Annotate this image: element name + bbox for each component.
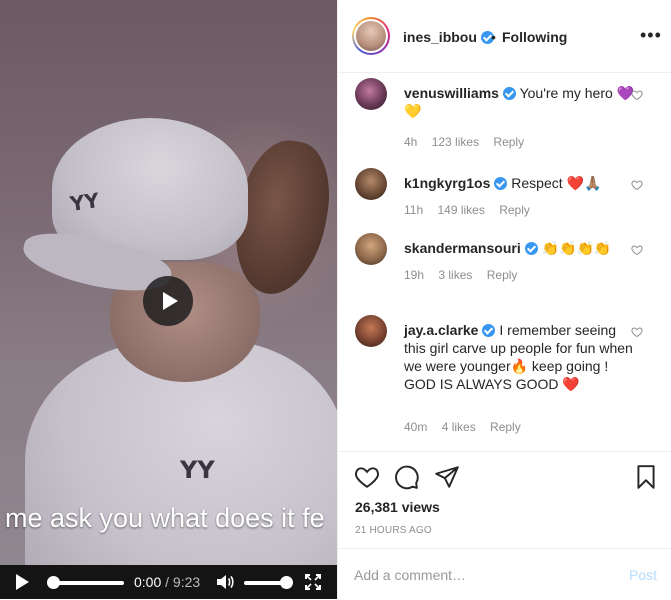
post-author-username[interactable]: ines_ibbou xyxy=(403,29,477,45)
video-controls-bar: 0:00 / 9:23 xyxy=(0,565,337,599)
following-button[interactable]: Following xyxy=(502,29,567,45)
commenter-username[interactable]: skandermansouri xyxy=(404,240,521,256)
post-sidebar: ines_ibbou • Following ••• venuswilliams… xyxy=(337,0,671,599)
avatar-image xyxy=(356,21,386,51)
video-subtitle: me ask you what does it fe xyxy=(5,503,325,533)
commenter-username[interactable]: k1ngkyrg1os xyxy=(404,175,490,191)
video-player[interactable]: YY YY me ask you what does it fe 0:00 / … xyxy=(0,0,337,599)
current-time: 0:00 xyxy=(134,574,162,590)
header-dot-separator: • xyxy=(491,29,496,45)
reply-button[interactable]: Reply xyxy=(493,135,524,149)
comment-likes[interactable]: 4 likes xyxy=(442,420,476,434)
comment-like-heart-icon[interactable] xyxy=(631,179,643,191)
comment-age: 40m xyxy=(404,420,428,434)
commenter-username[interactable]: jay.a.clarke xyxy=(404,322,478,338)
verified-badge-icon xyxy=(502,87,516,100)
post-comment-button[interactable]: Post xyxy=(629,567,657,583)
commenter-username[interactable]: venuswilliams xyxy=(404,85,499,101)
jacket-logo: YY xyxy=(180,456,215,484)
comment-age: 4h xyxy=(404,135,418,149)
progress-handle[interactable] xyxy=(47,576,60,589)
comment-text: 👏👏👏👏 xyxy=(541,240,612,256)
view-count[interactable]: 26,381 views xyxy=(355,499,440,515)
verified-badge-icon xyxy=(524,242,538,255)
comment-age: 19h xyxy=(404,268,425,282)
post-author[interactable]: ines_ibbou xyxy=(403,29,494,45)
comment-meta: 40m 4 likes Reply xyxy=(404,420,532,434)
more-options-icon[interactable]: ••• xyxy=(640,25,662,46)
commenter-avatar[interactable] xyxy=(355,233,387,265)
play-overlay-button[interactable] xyxy=(143,276,193,326)
comment-meta: 19h 3 likes Reply xyxy=(404,268,528,282)
comment-meta: 4h 123 likes Reply xyxy=(404,135,535,149)
comment-age: 11h xyxy=(404,203,424,217)
commenter-avatar[interactable] xyxy=(355,78,387,110)
comment-like-heart-icon[interactable] xyxy=(631,244,643,256)
avatar[interactable] xyxy=(352,17,390,55)
comment-likes[interactable]: 123 likes xyxy=(432,135,479,149)
post-timestamp[interactable]: 21 HOURS AGO xyxy=(355,525,432,536)
comment-like-heart-icon[interactable] xyxy=(631,89,643,101)
volume-handle[interactable] xyxy=(280,576,293,589)
reply-button[interactable]: Reply xyxy=(490,420,521,434)
commenter-avatar[interactable] xyxy=(355,315,387,347)
comment-like-heart-icon[interactable] xyxy=(631,326,643,338)
add-comment-bar: Post xyxy=(338,548,671,600)
bookmark-icon[interactable] xyxy=(633,464,659,490)
post-header: ines_ibbou • Following ••• xyxy=(338,0,671,73)
comment-bubble-icon[interactable] xyxy=(394,464,420,490)
fullscreen-icon[interactable] xyxy=(305,574,321,590)
post-actions: 26,381 views 21 HOURS AGO xyxy=(338,451,671,549)
time-separator: / xyxy=(165,574,170,590)
cap-logo: YY xyxy=(68,188,101,216)
progress-track[interactable] xyxy=(50,581,124,585)
comment-text: Respect ❤️🙏🏽 xyxy=(511,175,602,191)
comment-likes[interactable]: 149 likes xyxy=(437,203,484,217)
duration: 9:23 xyxy=(172,574,201,590)
comment-meta: 11h 149 likes Reply xyxy=(404,203,541,217)
commenter-avatar[interactable] xyxy=(355,168,387,200)
verified-badge-icon xyxy=(482,324,496,337)
comments-list[interactable]: venuswilliams You're my hero 💜💛 4h 123 l… xyxy=(338,73,671,451)
reply-button[interactable]: Reply xyxy=(499,203,530,217)
reply-button[interactable]: Reply xyxy=(487,268,518,282)
play-icon[interactable] xyxy=(16,574,29,590)
share-send-icon[interactable] xyxy=(434,464,460,490)
comment-input[interactable] xyxy=(354,565,604,585)
volume-icon[interactable] xyxy=(216,574,234,590)
like-heart-icon[interactable] xyxy=(354,464,380,490)
time-display: 0:00 / 9:23 xyxy=(134,574,200,590)
comment-likes[interactable]: 3 likes xyxy=(438,268,472,282)
verified-badge-icon xyxy=(494,177,508,190)
